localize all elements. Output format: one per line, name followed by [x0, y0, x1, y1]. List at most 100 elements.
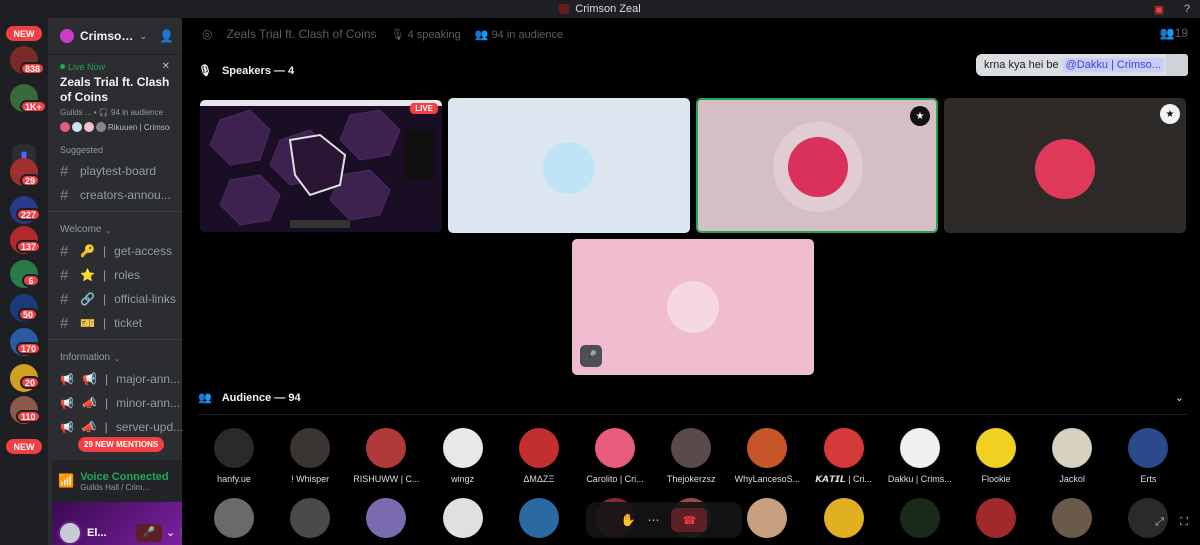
- avatar: [290, 428, 331, 468]
- avatar: [595, 428, 635, 468]
- avatar[interactable]: [290, 498, 331, 538]
- category-information[interactable]: Information ⌄: [48, 339, 182, 367]
- avatar[interactable]: [823, 498, 864, 538]
- avatar: [366, 428, 407, 468]
- channel-ticket[interactable]: # 🎫 | ticket: [48, 311, 182, 335]
- audience-member[interactable]: 𝙆𝘼𝙏𝙄𝙇 | Cri...: [806, 428, 882, 485]
- audience-member[interactable]: Flookie: [958, 428, 1034, 484]
- stage-view: ◎ Zeals Trial ft. Clash of Coins 🎙 4 spe…: [182, 18, 1200, 545]
- avatar: [667, 281, 719, 333]
- server-rail: NEW 838 1K+ ▮ 29 227 137 6 50 170 20 110…: [0, 18, 48, 545]
- audience-member-name: 𝙆𝘼𝙏𝙄𝙇 | Cri...: [815, 474, 872, 484]
- audience-member-name: Dakku | Crims...: [887, 474, 952, 484]
- audience-member[interactable]: wingz: [425, 428, 501, 484]
- category-suggested[interactable]: Suggested: [48, 145, 182, 159]
- close-icon[interactable]: ✕: [162, 61, 170, 72]
- speaker-avatar: [72, 122, 82, 132]
- member-list-icon[interactable]: 👥19: [1160, 26, 1188, 40]
- request-to-speak-icon[interactable]: ✋: [621, 513, 636, 527]
- chevron-down-icon[interactable]: ⌄: [166, 526, 175, 539]
- speaker-tile-2[interactable]: [448, 98, 690, 233]
- live-speakers: Rikuuen | Crimson Z...: [60, 122, 170, 132]
- channel-get-access[interactable]: # 🔑 | get-access: [48, 239, 182, 263]
- fullscreen-icon[interactable]: ⛶: [1180, 516, 1188, 529]
- audience-member-name: WhyLancesoS...: [734, 474, 801, 484]
- text-channel-icon: #: [60, 314, 69, 332]
- avatar[interactable]: [976, 498, 1016, 538]
- more-options-icon[interactable]: ⋯: [647, 513, 659, 527]
- audience-member[interactable]: Jackol: [1034, 428, 1110, 484]
- channel-official-links[interactable]: # 🔗 | official-links: [48, 287, 182, 311]
- leave-stage-button[interactable]: ☎: [671, 508, 708, 532]
- message-mention[interactable]: @Dakku | Crimso...: [1062, 58, 1164, 72]
- avatar[interactable]: [442, 498, 483, 538]
- signal-strength-icon[interactable]: 📶: [58, 473, 74, 489]
- audience-member[interactable]: hanfy.ue: [196, 428, 272, 484]
- speaker-tile-3[interactable]: ★: [696, 98, 938, 233]
- audience-member-name: hanfy.ue: [217, 474, 251, 484]
- server-header[interactable]: Crimson ... ⌄ 👤: [48, 18, 182, 55]
- server-badge-8: 170: [16, 342, 42, 355]
- audience-member-name: RISHUWW | C...: [353, 474, 420, 484]
- speaker-tile-stream[interactable]: LIVE: [200, 100, 442, 232]
- audience-member-name: ! Whisper: [291, 474, 330, 484]
- channel-creators-announcements[interactable]: # creators-annou...: [48, 183, 182, 207]
- audience-member[interactable]: Thejokerzsz: [653, 428, 729, 484]
- channel-server-updates[interactable]: 📢 📣 | server-upd...: [48, 415, 182, 439]
- stage-channel-icon: ◎: [202, 27, 213, 41]
- audience-member[interactable]: Dakku | Crims...: [882, 428, 958, 484]
- channel-playtest-board[interactable]: # playtest-board: [48, 159, 182, 183]
- channel-roles[interactable]: # ⭐ | roles: [48, 263, 182, 287]
- speaker-tile-4[interactable]: ★: [944, 98, 1186, 233]
- new-mentions-pill[interactable]: 29 NEW MENTIONS: [78, 437, 165, 452]
- audience-member[interactable]: Carolito | Cri...: [577, 428, 653, 484]
- audience-member[interactable]: Erts: [1110, 428, 1186, 484]
- category-welcome[interactable]: Welcome ⌄: [48, 211, 182, 239]
- speaker-tile-5[interactable]: 🎤: [572, 239, 814, 375]
- channel-label: creators-annou...: [80, 188, 171, 202]
- avatar[interactable]: [1052, 498, 1093, 538]
- chevron-down-icon[interactable]: ⌄: [140, 31, 148, 42]
- channel-emoji: 📣: [82, 396, 97, 410]
- text-channel-icon: #: [60, 242, 69, 260]
- audience-member[interactable]: RISHUWW | C...: [348, 428, 424, 484]
- avatar[interactable]: [58, 520, 82, 545]
- live-stage-card[interactable]: Live Now ✕ Zeals Trial ft. Clash of Coin…: [48, 55, 182, 138]
- avatar: [899, 428, 940, 468]
- avatar[interactable]: [366, 498, 407, 538]
- chat-message-bubble[interactable]: krna kya hei be @Dakku | Crimso...: [976, 54, 1172, 76]
- server-badge-3: 29: [20, 174, 41, 187]
- invite-people-icon[interactable]: 👤: [159, 29, 174, 43]
- new-unreads-bottom-pill[interactable]: NEW: [6, 439, 42, 454]
- avatar[interactable]: [518, 498, 559, 538]
- help-icon[interactable]: ?: [1180, 2, 1194, 16]
- avatar[interactable]: [747, 498, 788, 538]
- live-location: Guilds ...: [60, 108, 92, 117]
- user-name[interactable]: El...: [87, 527, 131, 539]
- voice-location[interactable]: Guilds Hall / Crim...: [80, 483, 186, 492]
- live-badge: LIVE: [410, 103, 438, 114]
- channel-major-announcements[interactable]: 📢 📢 | major-ann...: [48, 367, 182, 391]
- audience-member[interactable]: ΔMΔZΞ: [501, 428, 577, 484]
- speaker-avatar: [60, 122, 70, 132]
- avatar[interactable]: [214, 498, 254, 538]
- channel-emoji: 🔗: [80, 292, 95, 306]
- audience-member-name: ΔMΔZΞ: [523, 474, 555, 484]
- server-avatar-icon: [60, 29, 74, 43]
- chevron-down-icon[interactable]: ⌄: [1175, 391, 1184, 404]
- window-title: Crimson Zeal: [559, 3, 641, 15]
- inbox-alert-icon[interactable]: ▣: [1152, 2, 1166, 16]
- pop-out-icon[interactable]: ⤢: [1155, 516, 1164, 529]
- avatar[interactable]: [899, 498, 940, 538]
- audience-member-name: wingz: [451, 474, 475, 484]
- mute-microphone-button[interactable]: 🎤: [135, 523, 162, 542]
- new-unreads-top-pill[interactable]: NEW: [6, 26, 42, 41]
- audience-member[interactable]: ! Whisper: [272, 428, 348, 484]
- avatar: [788, 137, 848, 197]
- chevron-down-icon: ⌄: [114, 356, 120, 363]
- channel-minor-announcements[interactable]: 📢 📣 | minor-ann...: [48, 391, 182, 415]
- audience-member[interactable]: WhyLancesoS...: [729, 428, 805, 484]
- speakers-heading: 🎙 Speakers — 4: [198, 64, 295, 78]
- voice-status[interactable]: Voice Connected: [80, 471, 186, 483]
- chevron-down-icon: ⌄: [105, 228, 112, 235]
